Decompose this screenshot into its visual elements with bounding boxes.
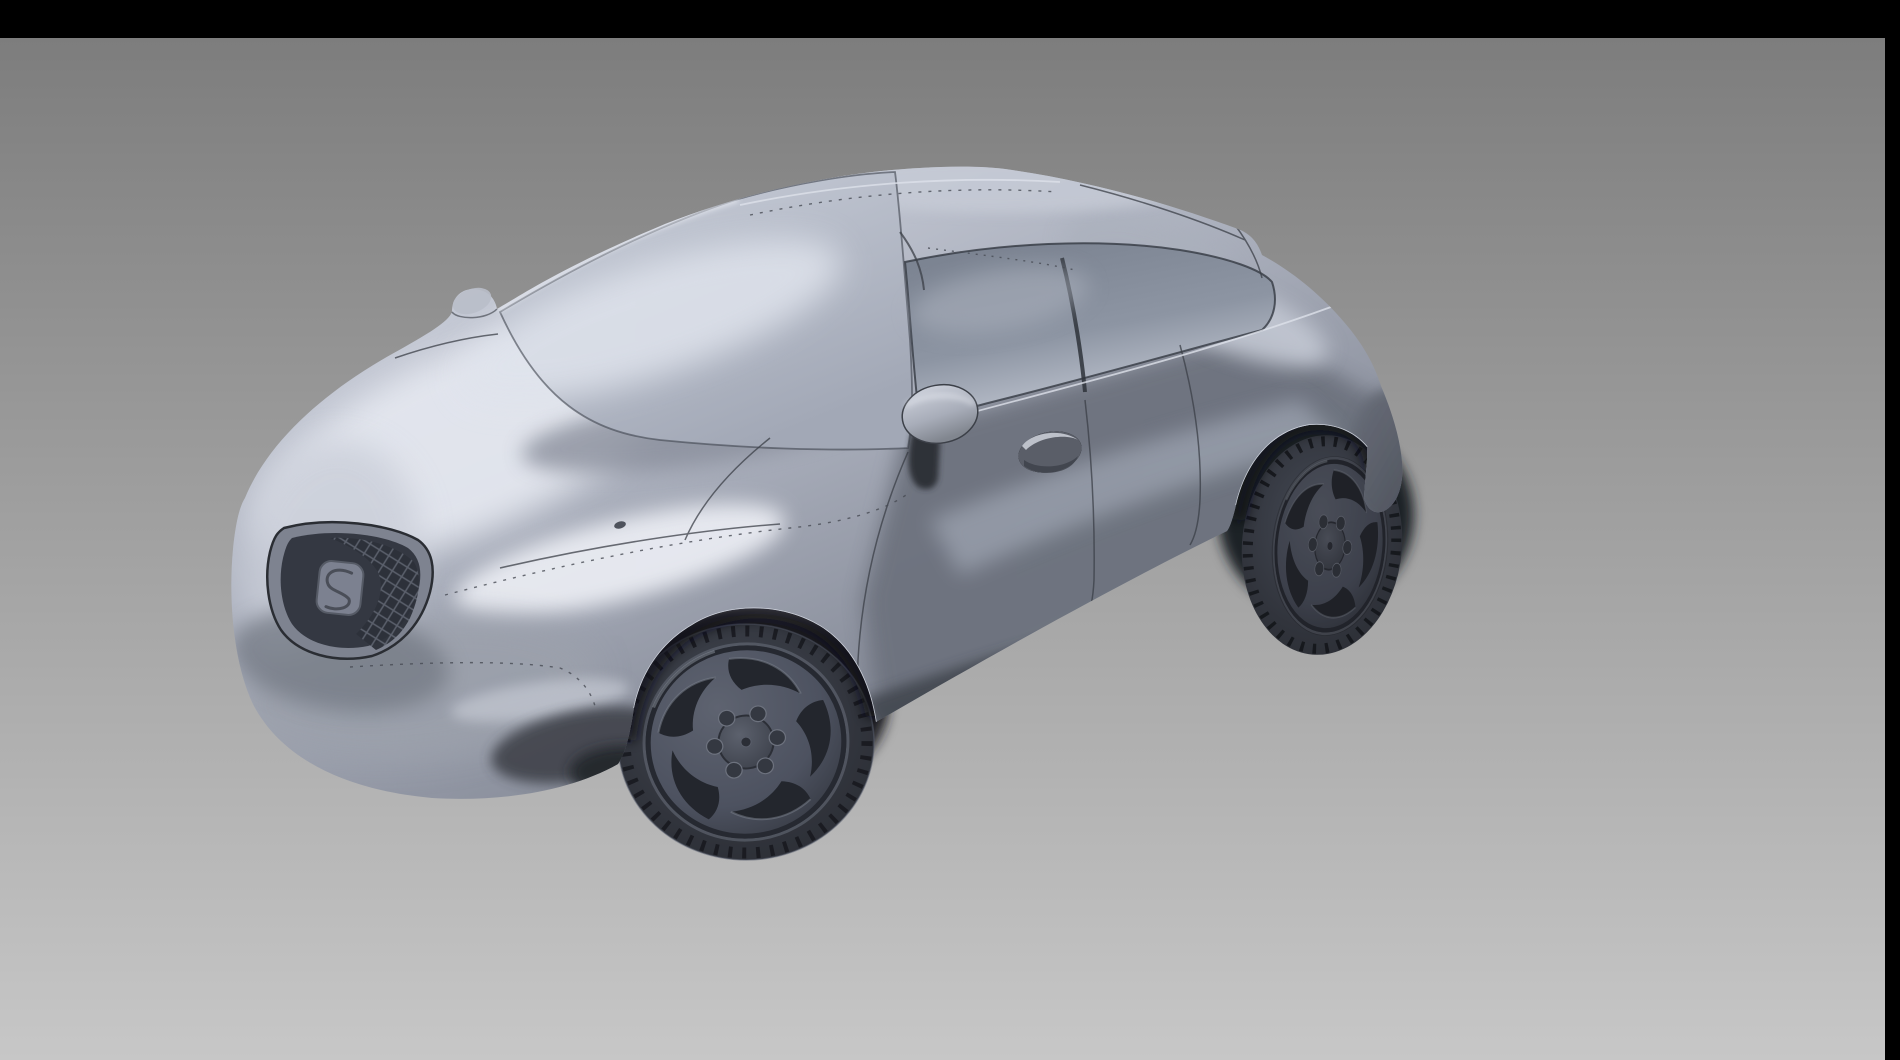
application-window — [0, 0, 1900, 1060]
seat-logo — [315, 560, 365, 616]
render-canvas — [0, 0, 1900, 1060]
letterbox-right — [1885, 0, 1900, 1060]
letterbox-top — [0, 0, 1900, 38]
